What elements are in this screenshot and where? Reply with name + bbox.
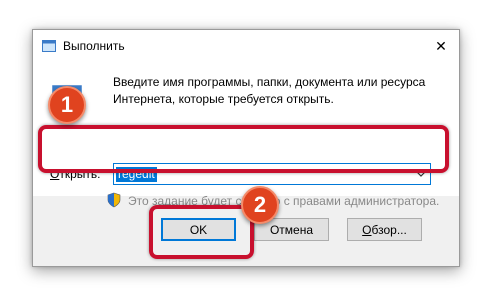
- step-badge-1: 1: [48, 86, 86, 124]
- step-badge-2: 2: [241, 186, 279, 224]
- highlight-ok-button: [149, 205, 254, 259]
- description-text: Введите имя программы, папки, документа …: [113, 75, 426, 106]
- browse-label-rest: бзор...: [371, 222, 407, 237]
- window-title: Выполнить: [63, 39, 125, 53]
- browse-button[interactable]: Обзор...: [347, 218, 422, 241]
- shield-icon: [107, 192, 121, 208]
- close-button[interactable]: ✕: [429, 34, 453, 58]
- browse-accel: О: [362, 222, 372, 237]
- run-app-icon: [42, 40, 56, 52]
- highlight-open-field: [38, 125, 449, 173]
- close-icon: ✕: [435, 37, 447, 54]
- title-bar[interactable]: Выполнить ✕: [33, 30, 459, 62]
